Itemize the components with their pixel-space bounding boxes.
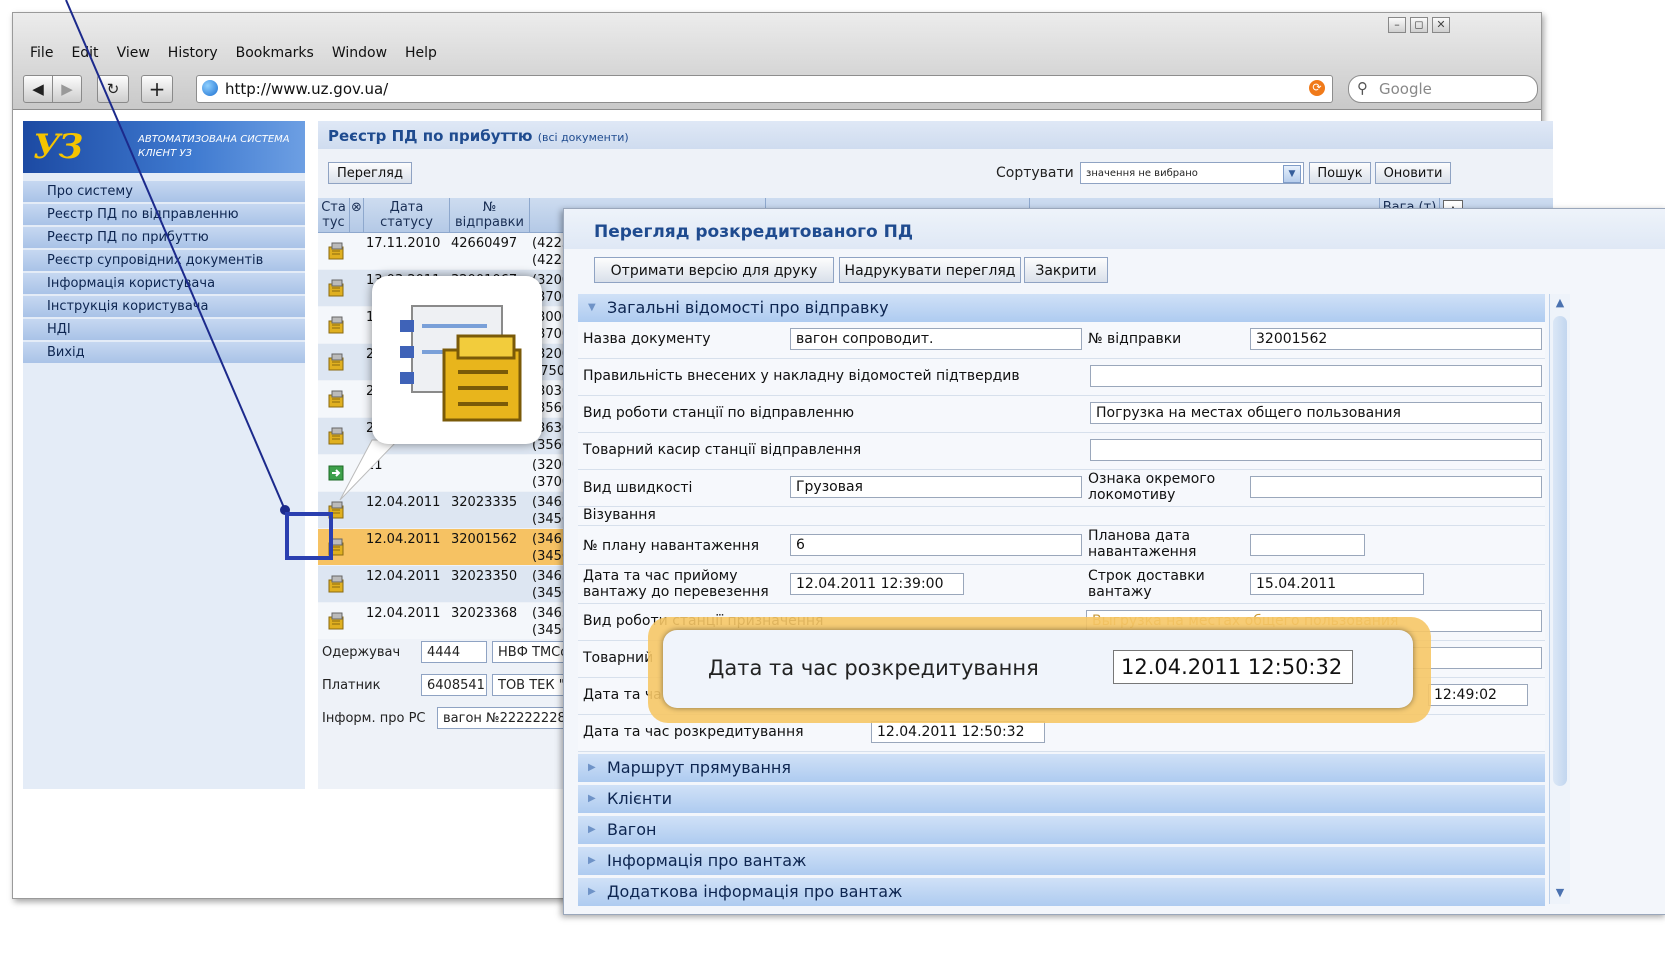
section-route-label: Маршрут прямування — [607, 758, 791, 777]
triangle-right-icon: ▶ — [588, 886, 596, 897]
section-clients-label: Клієнти — [607, 789, 672, 808]
print-view-button[interactable]: Надрукувати перегляд — [839, 257, 1021, 283]
accept-label: Дата та час прийому вантажу до перевезен… — [583, 568, 769, 600]
shipment-num-label: № відправки — [1088, 331, 1182, 347]
shipment-num-field[interactable]: 32001562 — [1250, 328, 1542, 350]
zoomed-icon-callout — [372, 276, 542, 444]
doc-name-label: Назва документу — [583, 331, 711, 347]
delivery-label: Строк доставки вантажу — [1088, 568, 1205, 600]
form-row: Товарний касир станції відправлення — [578, 433, 1545, 470]
triangle-right-icon: ▶ — [588, 762, 596, 773]
date-partial-field[interactable]: 12:49:02 — [1428, 684, 1528, 706]
plan-field[interactable]: 6 — [790, 534, 1082, 556]
view-document-dialog: Перегляд розкредитованого ПД Отримати ве… — [563, 208, 1665, 915]
form-row: Дата та час прийому вантажу до перевезен… — [578, 565, 1545, 604]
plan-date-label: Планова дата навантаження — [1088, 528, 1197, 560]
triangle-right-icon: ▶ — [588, 793, 596, 804]
release-field[interactable]: 12.04.2011 12:50:32 — [871, 721, 1045, 743]
callout-inner: Дата та час розкредитування 12.04.2011 1… — [663, 630, 1413, 708]
speed-label: Вид швидкості — [583, 480, 693, 496]
loco-field[interactable] — [1250, 476, 1542, 498]
section-wagon-label: Вагон — [607, 820, 657, 839]
form-row: № плану навантаження 6 Планова дата нава… — [578, 526, 1545, 565]
section-clients[interactable]: ▶ Клієнти — [578, 785, 1545, 813]
form-row: Правильність внесених у накладну відомос… — [578, 359, 1545, 396]
section-cargo-info[interactable]: ▶ Інформація про вантаж — [578, 847, 1545, 875]
form-row: Вид швидкості Грузовая Ознака окремого л… — [578, 470, 1545, 507]
form-row: Візування — [578, 507, 1545, 526]
doc-name-field[interactable]: вагон сопроводит. — [790, 328, 1082, 350]
callout-value: 12.04.2011 12:50:32 — [1113, 650, 1353, 684]
cashier-field[interactable] — [1090, 439, 1542, 461]
print-version-button[interactable]: Отримати версію для друку — [594, 257, 834, 283]
zoom-callout-tail — [339, 439, 400, 501]
section-extra-cargo-info-label: Додаткова інформація про вантаж — [607, 882, 903, 901]
section-wagon[interactable]: ▶ Вагон — [578, 816, 1545, 844]
form-row: Вид роботи станції по відправленню Погру… — [578, 396, 1545, 433]
plan-date-field[interactable] — [1250, 534, 1365, 556]
dialog-title: Перегляд розкредитованого ПД — [594, 222, 913, 242]
triangle-down-icon: ▼ — [588, 302, 596, 313]
dest-cashier-label: Товарний — [583, 650, 654, 666]
scroll-up-arrow-icon[interactable]: ▲ — [1551, 294, 1569, 312]
loco-label: Ознака окремого локомотиву — [1088, 471, 1216, 503]
triangle-right-icon: ▶ — [588, 855, 596, 866]
dialog-scrollbar[interactable]: ▲ ▼ — [1549, 294, 1570, 904]
triangle-right-icon: ▶ — [588, 824, 596, 835]
visa-label: Візування — [583, 507, 656, 523]
delivery-field[interactable]: 15.04.2011 — [1250, 573, 1424, 595]
scroll-down-arrow-icon[interactable]: ▼ — [1551, 884, 1569, 902]
accept-field[interactable]: 12.04.2011 12:39:00 — [790, 573, 964, 595]
document-stack-large-icon — [400, 305, 522, 422]
cashier-label: Товарний касир станції відправлення — [583, 442, 862, 458]
confirm-label: Правильність внесених у накладну відомос… — [583, 368, 1020, 384]
speed-field[interactable]: Грузовая — [790, 476, 1082, 498]
release-label: Дата та час розкредитування — [583, 724, 804, 740]
callout-label: Дата та час розкредитування — [708, 656, 1039, 680]
form-row: Назва документу вагон сопроводит. № відп… — [578, 322, 1545, 359]
section-general-label: Загальні відомості про відправку — [607, 298, 889, 317]
close-dialog-button[interactable]: Закрити — [1024, 257, 1108, 283]
section-extra-cargo-info[interactable]: ▶ Додаткова інформація про вантаж — [578, 878, 1545, 906]
confirm-field[interactable] — [1090, 365, 1542, 387]
section-general[interactable]: ▼ Загальні відомості про відправку — [578, 294, 1545, 322]
work-type-label: Вид роботи станції по відправленню — [583, 405, 855, 421]
highlight-box — [285, 512, 333, 560]
work-type-field[interactable]: Погрузка на местах общего пользования — [1090, 402, 1542, 424]
plan-label: № плану навантаження — [583, 538, 759, 554]
pointer-line — [65, 0, 286, 511]
release-date-callout: Дата та час розкредитування 12.04.2011 1… — [648, 617, 1431, 723]
section-cargo-info-label: Інформація про вантаж — [607, 851, 807, 870]
section-route[interactable]: ▶ Маршрут прямування — [578, 754, 1545, 782]
scroll-thumb[interactable] — [1553, 316, 1567, 786]
